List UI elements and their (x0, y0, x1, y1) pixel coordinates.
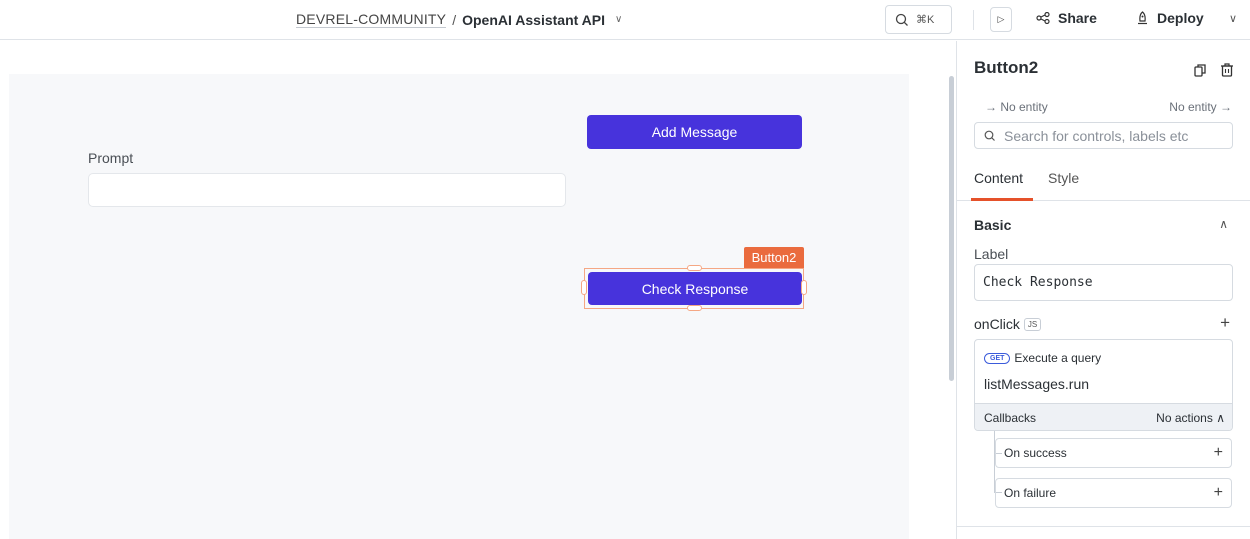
outgoing-entity-link[interactable]: No entity → (1169, 100, 1232, 114)
js-toggle[interactable]: JS (1023, 317, 1042, 331)
search-icon (984, 130, 995, 141)
prompt-input[interactable] (88, 173, 566, 207)
property-search[interactable]: Search for controls, labels etc (974, 122, 1233, 149)
tab-style[interactable]: Style (1048, 170, 1079, 186)
on-failure-label: On failure (1004, 486, 1057, 500)
onclick-label: onClick JS (974, 316, 1042, 332)
on-success-callback[interactable]: On success + (995, 438, 1232, 468)
plus-icon[interactable]: + (1214, 444, 1223, 462)
divider (973, 10, 974, 30)
action-card[interactable]: GET Execute a query listMessages.run Cal… (974, 339, 1233, 431)
share-label: Share (1058, 10, 1097, 26)
chevron-down-icon[interactable]: ∨ (615, 14, 622, 25)
property-tabs: Content Style (957, 159, 1250, 201)
action-header: GET Execute a query (984, 351, 1101, 365)
chevron-up-icon[interactable]: ∧ (1219, 217, 1228, 231)
deploy-button[interactable]: Deploy (1136, 10, 1204, 26)
app-name[interactable]: OpenAI Assistant API (462, 12, 605, 28)
section-basic-title[interactable]: Basic (974, 217, 1011, 233)
share-icon (1036, 12, 1050, 24)
deploy-label: Deploy (1157, 10, 1204, 26)
prompt-label: Prompt (88, 150, 134, 166)
resize-handle-top[interactable] (687, 265, 702, 271)
action-title: Execute a query (1014, 351, 1102, 365)
resize-handle-left[interactable] (581, 280, 587, 295)
search-shortcut: ⌘K (916, 14, 935, 26)
on-success-label: On success (1004, 446, 1067, 460)
chevron-up-icon: ∧ (1216, 411, 1225, 425)
tab-content[interactable]: Content (974, 170, 1023, 186)
resize-handle-right[interactable] (801, 280, 807, 295)
callbacks-label: Callbacks (984, 411, 1037, 425)
label-field-input[interactable]: Check Response (974, 264, 1233, 301)
preview-button[interactable]: ▷ (990, 7, 1012, 32)
deploy-options-chevron-icon[interactable]: ∨ (1229, 12, 1237, 25)
copy-icon[interactable] (1193, 63, 1207, 77)
resize-handle-bottom[interactable] (687, 305, 702, 311)
delete-icon[interactable] (1220, 63, 1234, 77)
section-divider (957, 526, 1250, 527)
action-query: listMessages.run (984, 376, 1090, 392)
search-icon (895, 13, 908, 26)
workspace-link[interactable]: DEVREL-COMMUNITY (296, 11, 447, 28)
breadcrumb-separator: / (452, 11, 457, 28)
property-pane: Button2 → No entity No entity → Search f… (956, 41, 1250, 539)
check-response-button[interactable]: Check Response (588, 272, 802, 305)
breadcrumb: DEVREL-COMMUNITY / OpenAI Assistant API … (296, 11, 622, 28)
play-icon: ▷ (997, 14, 1005, 24)
incoming-entity-link[interactable]: → No entity (985, 100, 1048, 114)
get-method-badge: GET (984, 352, 1011, 364)
add-message-button[interactable]: Add Message (587, 115, 802, 149)
onclick-text: onClick (974, 316, 1020, 332)
active-tab-indicator (971, 198, 1033, 201)
top-bar: DEVREL-COMMUNITY / OpenAI Assistant API … (0, 0, 1250, 40)
callbacks-status: No actions ∧ (1156, 411, 1225, 425)
selected-widget-tag[interactable]: Button2 (744, 247, 804, 268)
on-failure-callback[interactable]: On failure + (995, 478, 1232, 508)
label-field-label: Label (974, 246, 1009, 262)
rocket-icon (1138, 11, 1147, 25)
plus-icon[interactable]: + (1214, 484, 1223, 502)
share-button[interactable]: Share (1036, 10, 1097, 26)
callbacks-toggle[interactable]: Callbacks No actions ∧ (975, 403, 1232, 430)
editor-canvas-area (0, 41, 956, 539)
omnibar-search-button[interactable]: ⌘K (885, 5, 952, 34)
widget-name[interactable]: Button2 (974, 58, 1038, 78)
property-search-placeholder: Search for controls, labels etc (1004, 127, 1189, 144)
canvas-scrollbar[interactable] (949, 76, 954, 381)
add-action-plus-icon[interactable]: + (1220, 313, 1230, 333)
